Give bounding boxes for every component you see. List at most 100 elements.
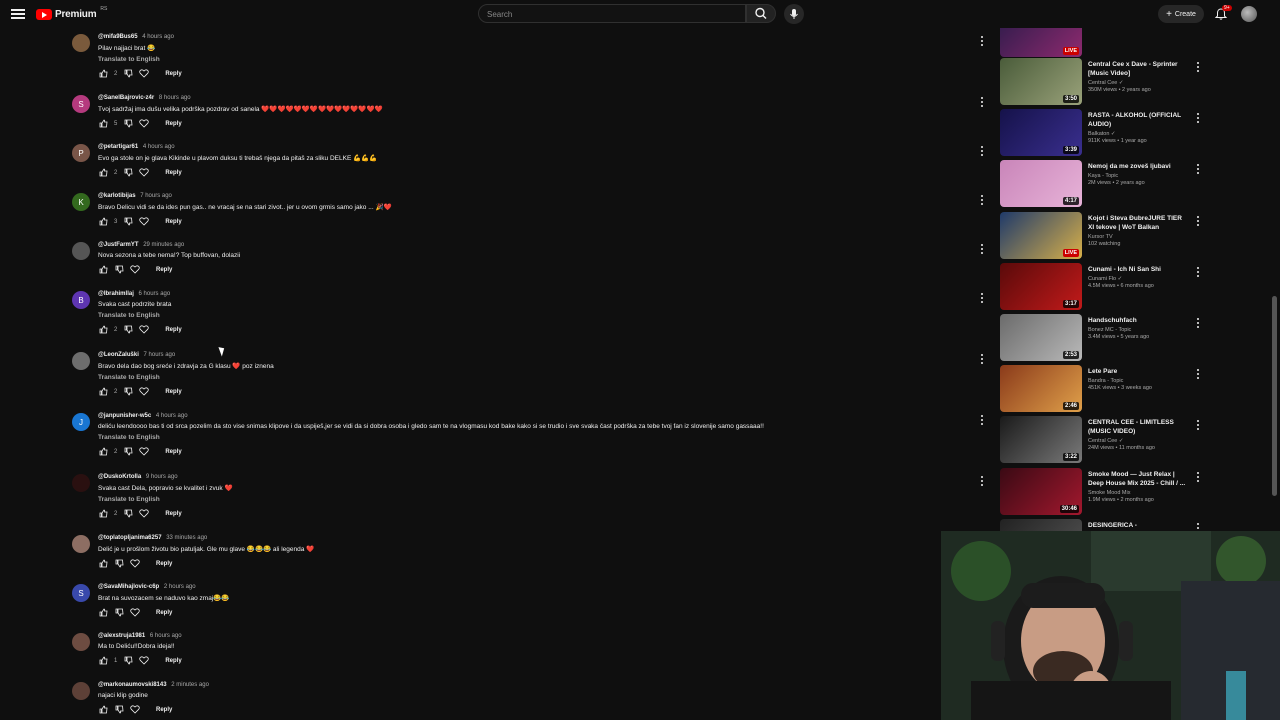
thumbs-down-icon[interactable] bbox=[123, 325, 133, 334]
video-item[interactable]: 3:17 Cunami - Ich Ni San Shi Cunami Flo … bbox=[1000, 262, 1210, 314]
video-title[interactable]: Kojot i Steva ĐubreJURE TIER XI tekove |… bbox=[1088, 214, 1188, 232]
reply-button[interactable]: Reply bbox=[156, 561, 172, 567]
video-more-icon[interactable] bbox=[1196, 369, 1200, 380]
video-item[interactable]: 3:39 RASTA - ALKOHOL (OFFICIAL AUDIO) Ba… bbox=[1000, 109, 1210, 160]
comment-author[interactable]: @LeonZaluški bbox=[98, 352, 139, 358]
commenter-avatar[interactable] bbox=[72, 535, 90, 553]
reply-button[interactable]: Reply bbox=[165, 449, 181, 455]
comment-time[interactable]: 7 hours ago bbox=[140, 193, 172, 199]
thumbs-down-icon[interactable] bbox=[123, 119, 133, 128]
heart-icon[interactable] bbox=[139, 509, 150, 518]
comment-more-icon[interactable] bbox=[980, 354, 984, 364]
heart-icon[interactable] bbox=[130, 608, 140, 617]
reply-button[interactable]: Reply bbox=[156, 267, 172, 273]
search-input[interactable]: Search bbox=[478, 4, 746, 23]
comment-author[interactable]: @SanelBajrovic-z4r bbox=[98, 95, 154, 101]
comment-more-icon[interactable] bbox=[980, 97, 984, 107]
comment-author[interactable]: @JustFarmYT bbox=[98, 242, 139, 248]
thumbs-up-icon[interactable] bbox=[98, 509, 108, 518]
video-channel[interactable]: Bonez MC - Topic bbox=[1088, 327, 1188, 333]
video-title[interactable]: Handschuhfach bbox=[1088, 316, 1188, 325]
heart-icon[interactable] bbox=[139, 168, 150, 177]
reply-button[interactable]: Reply bbox=[165, 658, 181, 664]
video-item[interactable]: 3:50 Central Cee x Dave - Sprinter [Musi… bbox=[1000, 58, 1210, 109]
heart-icon[interactable] bbox=[130, 705, 140, 714]
reply-button[interactable]: Reply bbox=[165, 511, 181, 517]
heart-icon[interactable] bbox=[139, 69, 150, 78]
comment-time[interactable]: 2 hours ago bbox=[164, 584, 196, 590]
video-channel[interactable]: Central Cee ✓ bbox=[1088, 80, 1188, 86]
video-title[interactable]: Smoke Mood — Just Relax | Deep House Mix… bbox=[1088, 470, 1188, 488]
thumbs-down-icon[interactable] bbox=[123, 509, 133, 518]
comment-time[interactable]: 4 hours ago bbox=[143, 144, 175, 150]
commenter-avatar[interactable]: B bbox=[72, 291, 90, 309]
heart-icon[interactable] bbox=[139, 217, 150, 226]
thumbs-up-icon[interactable] bbox=[98, 447, 108, 456]
commenter-avatar[interactable] bbox=[72, 242, 90, 260]
video-thumbnail[interactable]: 3:39 bbox=[1000, 109, 1082, 157]
video-thumbnail[interactable]: LIVE bbox=[1000, 211, 1082, 259]
commenter-avatar[interactable] bbox=[72, 474, 90, 492]
commenter-avatar[interactable] bbox=[72, 682, 90, 700]
video-title[interactable]: Lete Pare bbox=[1088, 367, 1188, 376]
video-thumbnail[interactable]: 30:46 bbox=[1000, 467, 1082, 515]
thumbs-down-icon[interactable] bbox=[123, 168, 133, 177]
video-more-icon[interactable] bbox=[1196, 471, 1200, 482]
thumbs-down-icon[interactable] bbox=[123, 217, 133, 226]
video-more-icon[interactable] bbox=[1196, 215, 1200, 226]
comment-time[interactable]: 8 hours ago bbox=[159, 95, 191, 101]
thumbs-up-icon[interactable] bbox=[98, 608, 108, 617]
video-title[interactable]: CENTRAL CEE - LIMITLESS (MUSIC VIDEO) bbox=[1088, 418, 1188, 436]
video-channel[interactable]: Cunami Flo ✓ bbox=[1088, 276, 1188, 282]
reply-button[interactable]: Reply bbox=[156, 610, 172, 616]
youtube-premium-logo[interactable]: Premium RS bbox=[36, 6, 107, 20]
video-more-icon[interactable] bbox=[1196, 420, 1200, 431]
video-item[interactable]: 30:46 Smoke Mood — Just Relax | Deep Hou… bbox=[1000, 467, 1210, 519]
reply-button[interactable]: Reply bbox=[165, 389, 181, 395]
translate-link[interactable]: Translate to English bbox=[98, 496, 233, 503]
video-channel[interactable]: Kursor TV bbox=[1088, 234, 1188, 240]
comment-author[interactable]: @mifa9Bus65 bbox=[98, 34, 138, 40]
video-item[interactable]: 2:46 Lete Pare Bandra - Topic 451K views… bbox=[1000, 365, 1210, 416]
thumbs-down-icon[interactable] bbox=[123, 387, 133, 396]
comment-time[interactable]: 9 hours ago bbox=[146, 474, 178, 480]
commenter-avatar[interactable]: P bbox=[72, 144, 90, 162]
comment-author[interactable]: @janpunisher-w5c bbox=[98, 413, 151, 419]
comment-author[interactable]: @SavaMihajlovic-c6p bbox=[98, 584, 159, 590]
video-more-icon[interactable] bbox=[1196, 266, 1200, 277]
comment-author[interactable]: @karlotibijas bbox=[98, 193, 136, 199]
video-channel[interactable]: Bandra - Topic bbox=[1088, 378, 1188, 384]
thumbs-up-icon[interactable] bbox=[98, 168, 108, 177]
thumbs-down-icon[interactable] bbox=[114, 265, 124, 274]
video-more-icon[interactable] bbox=[1196, 164, 1200, 175]
video-more-icon[interactable] bbox=[1196, 318, 1200, 328]
comment-author[interactable]: @toplatopljanima6257 bbox=[98, 535, 162, 541]
commenter-avatar[interactable]: S bbox=[72, 584, 90, 602]
video-more-icon[interactable] bbox=[1196, 113, 1200, 124]
comment-author[interactable]: @markonaumovski8143 bbox=[98, 682, 167, 688]
commenter-avatar[interactable]: J bbox=[72, 413, 90, 431]
thumbs-down-icon[interactable] bbox=[114, 559, 124, 568]
translate-link[interactable]: Translate to English bbox=[98, 374, 274, 381]
comment-more-icon[interactable] bbox=[980, 293, 984, 303]
thumbs-up-icon[interactable] bbox=[98, 119, 108, 128]
heart-icon[interactable] bbox=[139, 119, 150, 128]
video-item[interactable]: 2:53 Handschuhfach Bonez MC - Topic 3.4M… bbox=[1000, 314, 1210, 365]
video-thumbnail[interactable]: 2:53 bbox=[1000, 314, 1082, 361]
comment-author[interactable]: @Ibrahimllaj bbox=[98, 291, 134, 297]
thumbs-up-icon[interactable] bbox=[98, 387, 108, 396]
commenter-avatar[interactable] bbox=[72, 34, 90, 52]
comment-time[interactable]: 7 hours ago bbox=[144, 352, 176, 358]
comment-more-icon[interactable] bbox=[980, 195, 984, 205]
thumbs-up-icon[interactable] bbox=[98, 265, 108, 274]
commenter-avatar[interactable] bbox=[72, 633, 90, 651]
video-channel[interactable]: Smoke Mood Mix bbox=[1088, 490, 1188, 496]
translate-link[interactable]: Translate to English bbox=[98, 56, 182, 63]
scrollbar[interactable] bbox=[1272, 296, 1277, 496]
heart-icon[interactable] bbox=[130, 265, 140, 274]
video-thumbnail[interactable]: 4:17 bbox=[1000, 160, 1082, 208]
thumbs-up-icon[interactable] bbox=[98, 69, 108, 78]
video-channel[interactable]: Central Cee ✓ bbox=[1088, 438, 1188, 444]
video-more-icon[interactable] bbox=[1196, 62, 1200, 72]
heart-icon[interactable] bbox=[139, 656, 150, 665]
